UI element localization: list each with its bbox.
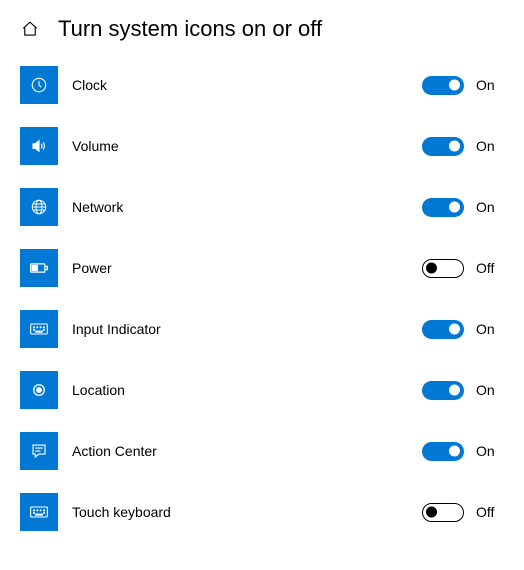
location-icon — [20, 371, 58, 409]
setting-label: Location — [72, 382, 422, 398]
toggle-switch[interactable] — [422, 137, 464, 156]
toggle-state-label: On — [476, 382, 504, 398]
setting-label: Power — [72, 260, 422, 276]
toggle-switch[interactable] — [422, 381, 464, 400]
toggle-state-label: On — [476, 443, 504, 459]
setting-row: Location On — [20, 371, 504, 409]
volume-icon — [20, 127, 58, 165]
setting-label: Input Indicator — [72, 321, 422, 337]
toggle-state-label: On — [476, 321, 504, 337]
network-icon — [20, 188, 58, 226]
toggle-switch[interactable] — [422, 442, 464, 461]
toggle-state-label: Off — [476, 504, 504, 520]
toggle-switch[interactable] — [422, 503, 464, 522]
setting-row: Input Indicator On — [20, 310, 504, 348]
page-title: Turn system icons on or off — [58, 16, 322, 42]
setting-label: Touch keyboard — [72, 504, 422, 520]
setting-row: Power Off — [20, 249, 504, 287]
action-center-icon — [20, 432, 58, 470]
keyboard-icon — [20, 493, 58, 531]
setting-label: Action Center — [72, 443, 422, 459]
toggle-state-label: On — [476, 199, 504, 215]
toggle-switch[interactable] — [422, 259, 464, 278]
toggle-switch[interactable] — [422, 320, 464, 339]
toggle-switch[interactable] — [422, 198, 464, 217]
setting-row: Touch keyboard Off — [20, 493, 504, 531]
setting-label: Clock — [72, 77, 422, 93]
power-icon — [20, 249, 58, 287]
clock-icon — [20, 66, 58, 104]
setting-label: Network — [72, 199, 422, 215]
toggle-switch[interactable] — [422, 76, 464, 95]
setting-row: Clock On — [20, 66, 504, 104]
keyboard-icon — [20, 310, 58, 348]
setting-row: Action Center On — [20, 432, 504, 470]
setting-row: Volume On — [20, 127, 504, 165]
toggle-state-label: Off — [476, 260, 504, 276]
toggle-state-label: On — [476, 138, 504, 154]
setting-label: Volume — [72, 138, 422, 154]
setting-row: Network On — [20, 188, 504, 226]
home-icon[interactable] — [20, 19, 40, 39]
toggle-state-label: On — [476, 77, 504, 93]
